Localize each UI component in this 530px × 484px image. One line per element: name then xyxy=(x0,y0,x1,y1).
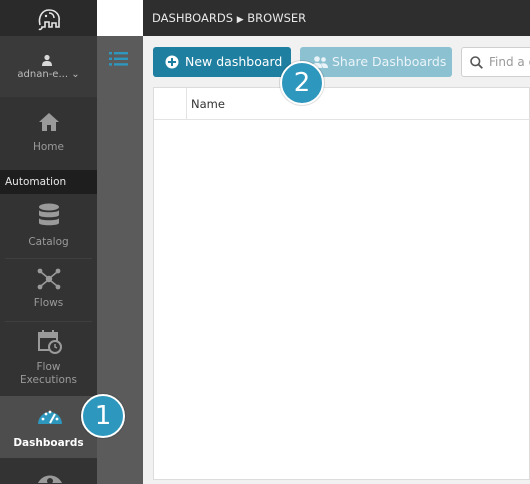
breadcrumb-page: BROWSER xyxy=(247,11,307,25)
table-header: Name xyxy=(154,88,530,120)
column-header-name[interactable]: Name xyxy=(191,88,225,120)
breadcrumb-section[interactable]: DASHBOARDS xyxy=(152,11,233,25)
list-icon[interactable] xyxy=(109,51,129,67)
database-icon xyxy=(39,203,59,226)
dashboards-table: Name xyxy=(153,87,530,480)
breadcrumb: DASHBOARDS ▶ BROWSER xyxy=(143,0,530,36)
share-dashboards-label: Share Dashboards xyxy=(332,54,447,69)
search-input[interactable]: Find a d xyxy=(461,47,530,77)
search-icon xyxy=(470,56,483,69)
sidebar-section-header: Automation xyxy=(0,170,97,194)
eye-icon xyxy=(38,475,62,484)
flows-icon xyxy=(37,268,61,290)
user-name: adnan-e... ⌄ xyxy=(17,69,80,80)
new-dashboard-button[interactable]: New dashboard xyxy=(153,47,291,77)
callout-badge-2: 2 xyxy=(280,61,324,105)
app-logo[interactable] xyxy=(0,0,97,36)
sidebar-item-label: Catalog xyxy=(28,236,69,248)
select-all-cell[interactable] xyxy=(154,88,187,120)
sidebar-item-label: Executions xyxy=(20,374,77,386)
callout-badge-1: 1 xyxy=(81,394,125,438)
sidebar-item-flows[interactable]: Flows xyxy=(0,259,97,321)
home-icon xyxy=(39,113,59,131)
user-menu[interactable]: adnan-e... ⌄ xyxy=(0,36,97,97)
breadcrumb-separator-icon: ▶ xyxy=(236,15,244,25)
sidebar-item-label: Flow xyxy=(36,361,61,373)
calendar-clock-icon xyxy=(38,330,62,354)
chevron-down-icon: ⌄ xyxy=(71,69,80,80)
sidebar-item-label: Flows xyxy=(33,297,64,309)
search-placeholder: Find a d xyxy=(489,55,530,69)
sidebar-item-label: Home xyxy=(32,141,64,153)
user-icon xyxy=(42,54,52,66)
sidebar-item-flow-executions[interactable]: Flow Executions xyxy=(0,322,97,396)
sidebar-item-catalog[interactable]: Catalog xyxy=(0,194,97,258)
share-dashboards-button[interactable]: Share Dashboards xyxy=(300,47,452,77)
sidebar-item-home[interactable]: Home xyxy=(0,97,97,170)
gauge-icon xyxy=(38,410,62,424)
main-content: New dashboard Share Dashboards Find a d … xyxy=(143,36,530,484)
new-dashboard-label: New dashboard xyxy=(185,54,283,69)
elephant-logo-icon xyxy=(37,9,60,31)
sidebar-item-label: Dashboards xyxy=(13,437,84,449)
sidebar-item-more[interactable] xyxy=(0,458,97,484)
plus-circle-icon xyxy=(165,55,179,69)
